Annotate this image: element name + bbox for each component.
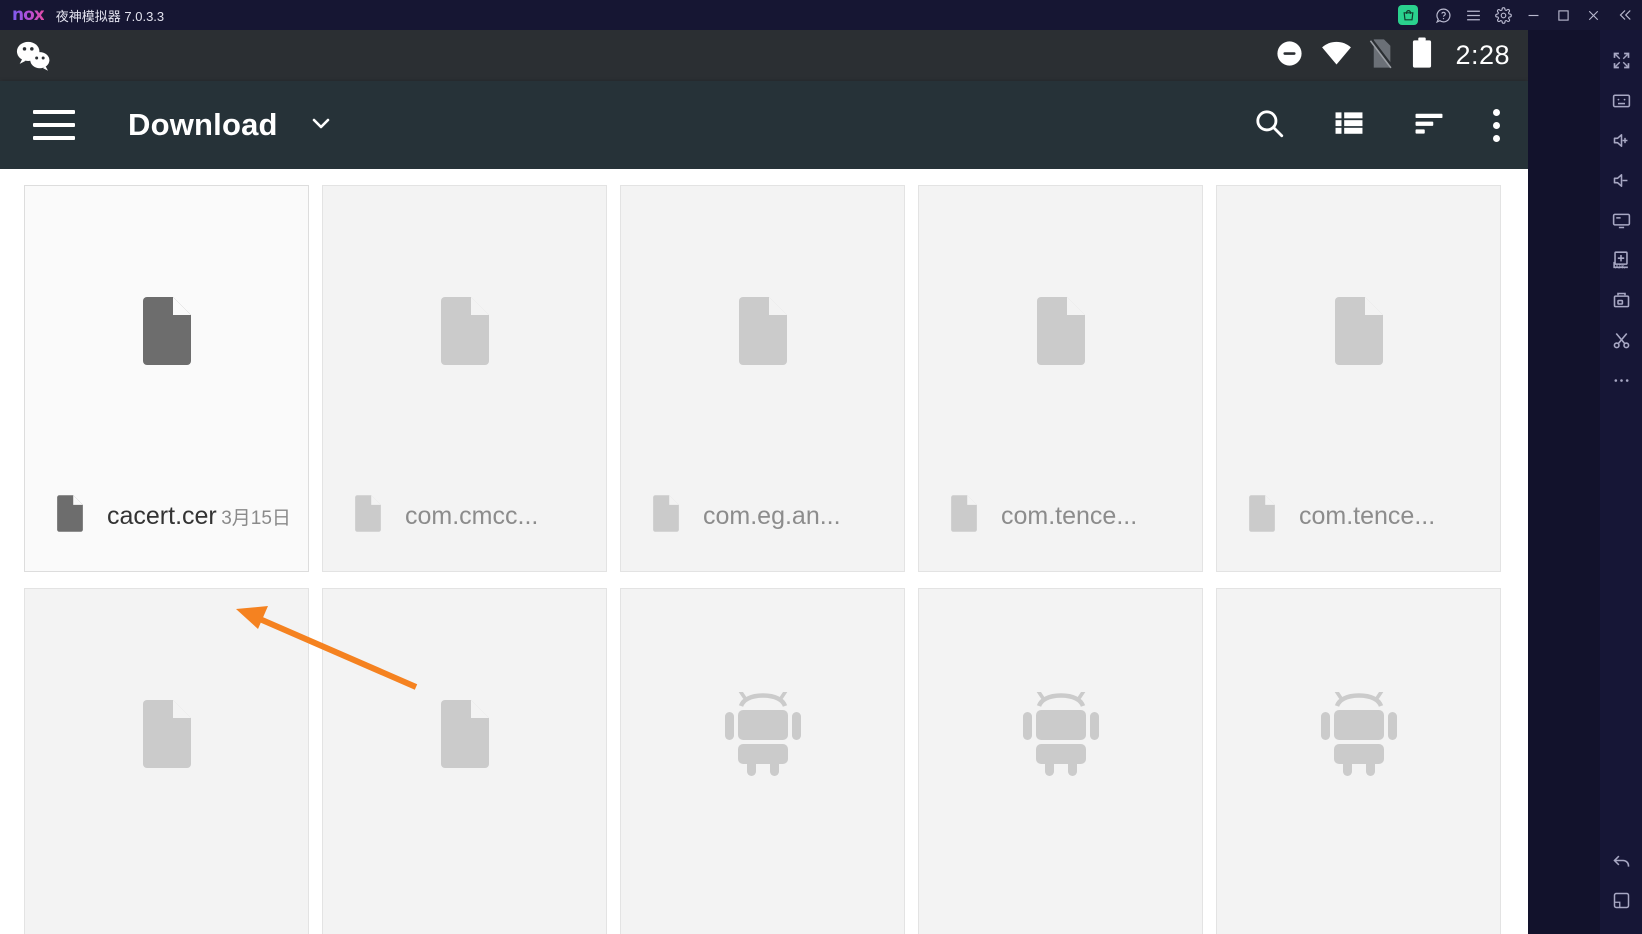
wifi-icon — [1321, 41, 1352, 70]
battery-full-icon — [1411, 37, 1433, 74]
overflow-menu-icon[interactable] — [1492, 108, 1500, 142]
file-text: com.cmcc... — [405, 502, 538, 531]
status-icons: 2:28 — [1275, 37, 1510, 74]
sim-card-off-icon — [1369, 38, 1394, 74]
file-info — [25, 878, 308, 934]
window-titlebar: nox 夜神模拟器 7.0.3.3 — [0, 0, 1642, 30]
page-title: Download — [128, 107, 278, 142]
file-thumbnail — [323, 186, 606, 475]
file-thumbnail — [25, 186, 308, 475]
file-icon — [55, 494, 85, 538]
nox-logo: nox — [12, 5, 45, 25]
file-thumbnail — [621, 186, 904, 475]
file-name: com.cmcc... — [405, 501, 539, 530]
file-icon — [949, 494, 979, 538]
chevron-down-icon[interactable] — [304, 111, 338, 140]
sort-icon[interactable] — [1412, 106, 1446, 145]
screenshot-icon[interactable] — [1600, 200, 1642, 240]
status-time: 2:28 — [1455, 40, 1510, 70]
file-info — [621, 878, 904, 934]
file-card[interactable] — [620, 588, 905, 934]
toolbar-actions — [1252, 106, 1500, 145]
file-icon — [353, 494, 383, 538]
android-status-bar: 2:28 — [0, 30, 1528, 81]
file-icon — [1247, 494, 1277, 538]
do-not-disturb-icon — [1275, 39, 1304, 73]
file-info: com.tence... — [919, 475, 1202, 571]
file-thumbnail — [919, 186, 1202, 475]
file-name: com.eg.an... — [703, 501, 841, 530]
file-card[interactable] — [1216, 588, 1501, 934]
file-text: com.tence... — [1001, 502, 1137, 531]
file-info — [1217, 878, 1500, 934]
file-icon — [651, 494, 681, 538]
file-info: com.cmcc... — [323, 475, 606, 571]
window-controls — [1398, 0, 1642, 30]
menu-icon[interactable] — [1458, 0, 1488, 30]
volume-up-icon[interactable] — [1600, 120, 1642, 160]
file-thumbnail — [1217, 186, 1500, 475]
collapse-button[interactable] — [1608, 0, 1642, 30]
apk-install-icon[interactable]: APK — [1600, 240, 1642, 280]
view-list-icon[interactable] — [1332, 106, 1366, 145]
file-text: cacert.cer 3月15日 — [107, 502, 291, 531]
file-info: com.eg.an... — [621, 475, 904, 571]
file-card[interactable]: com.eg.an... — [620, 185, 905, 572]
android-thumbnail — [621, 589, 904, 878]
file-date: 3月15日 — [221, 507, 291, 529]
hamburger-menu-icon[interactable] — [33, 110, 75, 140]
file-name: cacert.cer — [107, 501, 217, 530]
file-card[interactable]: com.tence... — [918, 185, 1203, 572]
maximize-button[interactable] — [1548, 0, 1578, 30]
minimize-button[interactable] — [1518, 0, 1548, 30]
android-thumbnail — [1217, 589, 1500, 878]
android-screen: 2:28 Download cacert.cer 3月15日 com.cmcc.… — [0, 30, 1528, 934]
emulator-sidebar: APK — [1600, 30, 1642, 934]
scissors-icon[interactable] — [1600, 320, 1642, 360]
file-browser: cacert.cer 3月15日 com.cmcc... com.eg.an..… — [0, 169, 1528, 934]
file-card[interactable]: com.cmcc... — [322, 185, 607, 572]
file-name: com.tence... — [1299, 501, 1436, 530]
file-card[interactable]: cacert.cer 3月15日 — [24, 185, 309, 572]
settings-icon[interactable] — [1488, 0, 1518, 30]
shared-folder-icon[interactable] — [1600, 280, 1642, 320]
android-thumbnail — [919, 589, 1202, 878]
search-icon[interactable] — [1252, 106, 1286, 145]
file-text: com.tence... — [1299, 502, 1435, 531]
keyboard-icon[interactable] — [1600, 80, 1642, 120]
file-card[interactable] — [322, 588, 607, 934]
file-text: com.eg.an... — [703, 502, 841, 531]
fullscreen-icon[interactable] — [1600, 40, 1642, 80]
file-info — [919, 878, 1202, 934]
file-info — [323, 878, 606, 934]
store-icon[interactable] — [1398, 5, 1418, 25]
file-info: com.tence... — [1217, 475, 1500, 571]
file-grid: cacert.cer 3月15日 com.cmcc... com.eg.an..… — [24, 185, 1514, 934]
file-card[interactable] — [918, 588, 1203, 934]
file-card[interactable] — [24, 588, 309, 934]
file-info: cacert.cer 3月15日 — [25, 475, 308, 571]
close-button[interactable] — [1578, 0, 1608, 30]
file-thumbnail — [25, 589, 308, 878]
more-icon[interactable] — [1600, 360, 1642, 400]
back-icon[interactable] — [1600, 840, 1642, 880]
volume-down-icon[interactable] — [1600, 160, 1642, 200]
svg-text:APK: APK — [1615, 265, 1625, 271]
window-title: 夜神模拟器 7.0.3.3 — [55, 8, 165, 24]
app-toolbar: Download — [0, 81, 1528, 169]
file-thumbnail — [323, 589, 606, 878]
help-icon[interactable] — [1428, 0, 1458, 30]
file-name: com.tence... — [1001, 501, 1138, 530]
rotate-icon[interactable] — [1600, 880, 1642, 920]
file-card[interactable]: com.tence... — [1216, 185, 1501, 572]
nox-emulator-window: nox 夜神模拟器 7.0.3.3 APK 2:28 Download cace… — [0, 0, 1642, 934]
wechat-icon — [14, 39, 54, 73]
